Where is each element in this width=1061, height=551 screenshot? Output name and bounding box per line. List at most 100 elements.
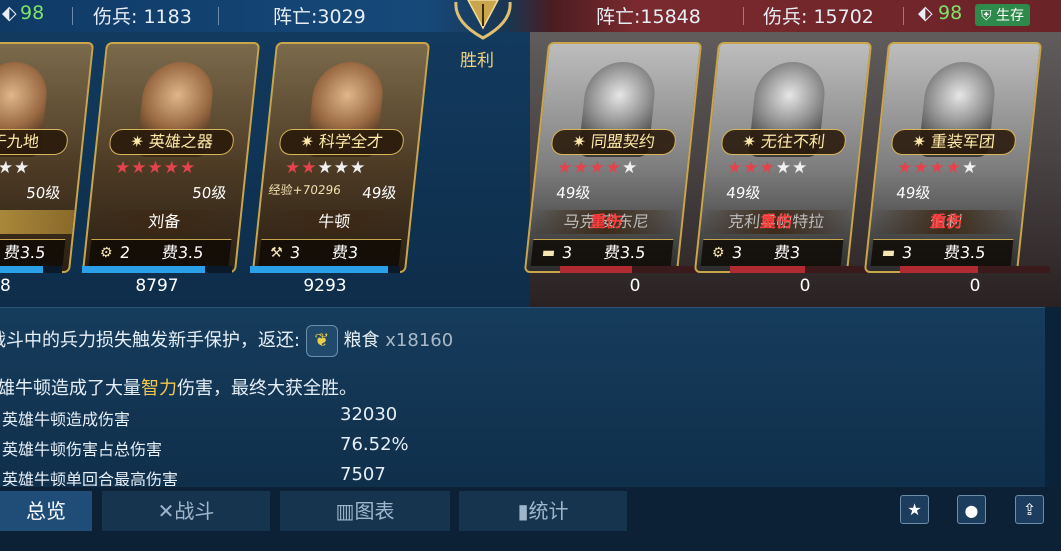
divider [743,7,744,25]
battle-result-label: 胜利 [460,51,494,71]
hp-value: 0 [799,276,811,296]
hp-value: 8 [0,276,11,296]
hp-bar [250,266,400,273]
hp-bar [730,266,880,273]
left-food-icon: ⬖ [2,2,17,24]
hero-cost: 费3.5 [603,243,647,262]
hero-level: 49级 [895,184,932,202]
skill-icon: ✷ [911,132,932,151]
chariot-icon: ⚙ [99,245,114,261]
protection-text: 战斗中的兵力损失触发新手保护，返还: [0,330,301,351]
hero-stat-row: ▬ 3 费3.5 [870,239,1014,266]
stat-label: 英雄牛顿造成伤害 [2,410,131,429]
hero-hp-right-3: 0 [900,266,1050,296]
right-food-value: 98 [938,2,963,24]
stat-label: 英雄牛顿单回合最高伤害 [2,470,179,486]
status-badge: 重伤 [929,212,964,231]
victory-laurel-icon [454,0,512,40]
stat-value: 32030 [340,404,398,425]
battle-log[interactable]: 战斗中的兵力损失触发新手保护，返还: ❦ 粮食 x18160 雄牛顿造成了大量智… [0,307,1045,488]
reward-name: 粮食 [343,330,380,351]
right-food-icon: ⬖ [918,2,933,24]
hero-cost: 费3.5 [3,243,47,262]
shield-icon: ⛨ [981,8,992,24]
star-rating: ★★★★★ [283,158,368,178]
divider [218,7,219,25]
hero-card-left-2[interactable]: ✷ 英雄之器 ★★★★★ 50级 刘备 ⚙ 2 费3.5 [81,42,261,273]
skill-icon: ✷ [299,132,320,151]
location-button[interactable]: ⬤ [957,495,986,524]
hero-level: 50级 [191,184,228,202]
hero-level: 49级 [725,184,762,202]
hero-level: 50级 [25,184,62,202]
hero-cost: 费3 [331,243,360,262]
hp-value: 0 [629,276,641,296]
skill-icon: ✷ [741,132,762,151]
hero-stat-row: ⚙ 2 费3.5 [88,239,232,266]
hp-bar [900,266,1050,273]
right-injured: 伤兵: 15702 [763,6,874,28]
star-rating: ★★★★★ [555,158,640,178]
hero-card-left-3[interactable]: ✷ 科学全才 ★★★★★ 经验+70296 49级 牛顿 ⚒ 3 费3 [251,42,431,273]
hero-level: 49级 [555,184,592,202]
hero-hp-left-3: 9293 [250,266,400,296]
hp-bar [0,266,62,273]
hero-cost: 费3 [773,243,802,262]
tab-overview[interactable]: 总览 [0,491,92,531]
star-rating: ★★★★★ [0,158,32,178]
hp-value: 0 [969,276,981,296]
hero-hp-right-1: 0 [560,266,710,296]
unit-count: 3 [561,243,574,262]
top-stats-bar: ⬖ 98 伤兵: 1183 阵亡:3029 阵亡:15848 伤兵: 15702… [0,0,1061,32]
status-badge: 重伤 [759,212,794,231]
hero-name: 武 [0,210,75,234]
skill-badge: ✷ 同盟契约 [550,129,677,155]
survive-label: 生存 [995,8,1024,24]
chariot-icon: ⚙ [711,245,726,261]
skill-badge: ✷ 英雄之器 [108,129,235,155]
star-icon: ★ [907,500,922,519]
tab-statistics[interactable]: ▮统计 [459,491,627,531]
left-food-value: 98 [20,2,45,24]
musket-icon: ⚒ [269,245,284,261]
hero-stat-row: ▬ 3 费3.5 [530,239,674,266]
tab-chart[interactable]: ▥图表 [280,491,450,531]
hero-cost: 费3.5 [161,243,205,262]
exp-gain: 经验+70296 [267,183,342,197]
hero-stat-row: ⚒ 3 费3 [258,239,402,266]
hero-level: 49级 [361,184,398,202]
unit-count: 3 [901,243,914,262]
hero-hp-right-2: 0 [730,266,880,296]
hero-card-right-3[interactable]: ✷ 重装军团 ★★★★★ 49级 伯利 重伤 ▬ 3 费3.5 [863,42,1043,273]
corn-icon: ❦ [305,325,338,357]
tank-icon: ▬ [541,245,557,261]
left-dead: 阵亡:3029 [273,6,366,28]
skill-icon: ✷ [129,132,150,151]
skill-icon: ✷ [571,132,592,151]
hero-card-right-1[interactable]: ✷ 同盟契约 ★★★★★ 49级 马克·安东尼 重伤 ▬ 3 费3.5 [523,42,703,273]
hero-hp-left-1: 8 [0,266,62,296]
hero-hp-left-2: 8797 [82,266,232,296]
unit-count: 3 [731,243,744,262]
share-button[interactable]: ⇪ [1015,495,1044,524]
damage-type: 智力 [141,378,177,399]
hero-name: 牛顿 [257,210,411,234]
right-dead: 阵亡:15848 [596,6,701,28]
favorite-button[interactable]: ★ [900,495,929,524]
hp-value: 8797 [135,276,179,296]
status-badge: 重伤 [589,212,624,231]
tab-battle[interactable]: ✕战斗 [102,491,270,531]
hero-card-right-2[interactable]: ✷ 无往不利 ★★★★★ 49级 克利奥帕特拉 重伤 ⚙ 3 费3 [693,42,873,273]
bar-chart-icon: ▮ [517,499,529,523]
map-pin-icon: ⬤ [964,504,979,518]
stat-value: 76.52% [340,434,409,455]
battle-summary: 雄牛顿造成了大量智力伤害，最终大获全胜。 [0,378,357,399]
skill-badge: ✷ 无往不利 [720,129,847,155]
star-rating: ★★★★★ [113,158,198,178]
tank-icon: ▬ [881,245,897,261]
protection-message: 战斗中的兵力损失触发新手保护，返还: ❦ 粮食 x18160 [0,325,453,357]
unit-count: 3 [289,243,302,262]
star-rating: ★★★★★ [895,158,980,178]
divider [903,7,904,25]
left-injured: 伤兵: 1183 [93,6,192,28]
